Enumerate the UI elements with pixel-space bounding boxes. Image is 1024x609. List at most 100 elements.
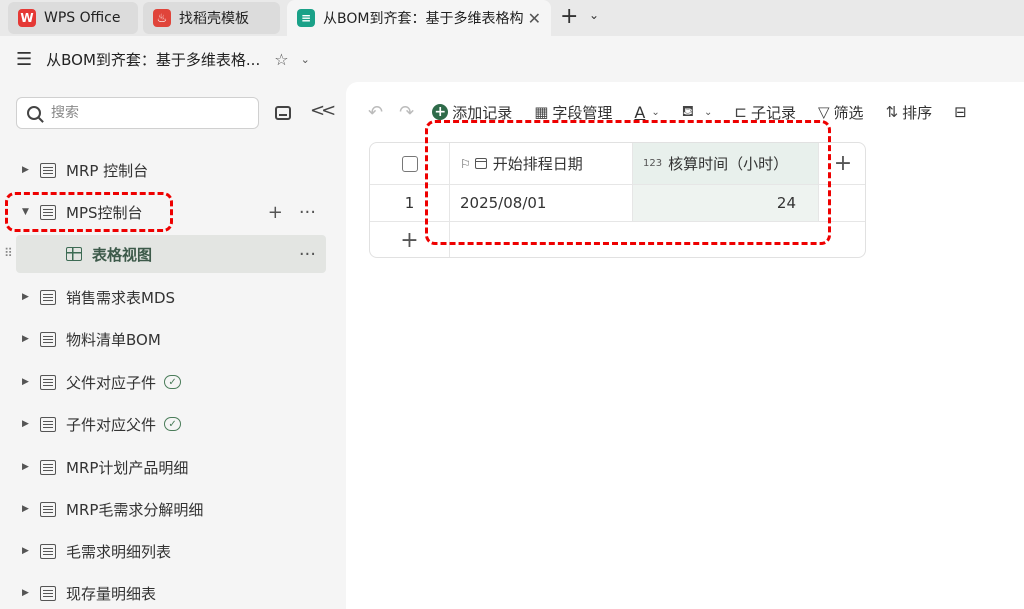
text-color-button[interactable]: A ⌄ [634, 103, 659, 122]
sidebar-item-label: MPS控制台 [66, 203, 143, 222]
fill-color-button[interactable]: ⛾ ⌄ [682, 102, 713, 122]
grid-icon: ▦ [534, 103, 549, 121]
filter-button[interactable]: ▽ 筛选 [818, 102, 864, 123]
sidebar-item-mrp-gross-demand[interactable]: ▶ MRP毛需求分解明细 [16, 490, 326, 528]
add-row-button[interactable]: + [370, 222, 450, 257]
list-icon [40, 416, 56, 432]
tab-docer-templates[interactable]: ♨ 找稻壳模板 [143, 2, 280, 34]
list-icon [40, 204, 56, 220]
more-icon[interactable]: ··· [299, 202, 316, 223]
sidebar-item-label: MRP计划产品明细 [66, 458, 189, 477]
sort-label: 排序 [902, 103, 933, 122]
list-icon [40, 331, 56, 347]
calendar-icon [474, 158, 487, 169]
sidebar-item-gross-demand-list[interactable]: ▶ 毛需求明细列表 [16, 532, 326, 570]
expand-arrow-icon[interactable]: ▶ [22, 462, 32, 472]
close-icon[interactable]: ✕ [528, 9, 541, 28]
redo-icon[interactable]: ↷ [399, 102, 414, 123]
add-column-button[interactable]: + [819, 143, 865, 185]
sidebar-item-stock-detail[interactable]: ▶ 现存量明细表 [16, 574, 326, 609]
add-row: + [370, 222, 865, 257]
search-box[interactable] [16, 97, 259, 129]
expand-arrow-icon[interactable]: ▶ [22, 334, 32, 344]
collapse-arrow-icon[interactable]: ▼ [22, 207, 32, 217]
sidebar-item-label: MRP 控制台 [66, 161, 149, 180]
field-manage-label: 字段管理 [552, 103, 613, 122]
toolbar: ↶ ↷ + 添加记录 ▦ 字段管理 A ⌄ ⛾ ⌄ ⊏ 子记录 ▽ 筛选 ⇅ 排… [346, 97, 989, 127]
column-header-hours[interactable]: 123 核算时间（小时） [633, 143, 819, 185]
field-manage-button[interactable]: ▦ 字段管理 [534, 102, 612, 123]
star-icon[interactable]: ☆ [274, 50, 288, 69]
empty-cell [450, 222, 865, 257]
sub-record-label: 子记录 [750, 103, 796, 122]
sub-record-button[interactable]: ⊏ 子记录 [734, 102, 796, 123]
sidebar-item-sales-demand[interactable]: ▶ 销售需求表MDS [16, 278, 326, 316]
sidebar-item-label: 子件对应父件 [66, 415, 157, 434]
drag-handle-icon[interactable]: ⠿ [4, 246, 13, 260]
sidebar-item-mrp-console[interactable]: ▶ MRP 控制台 [16, 151, 326, 189]
list-icon [40, 162, 56, 178]
column-header-start-date[interactable]: ⚐ 开始排程日期 [450, 143, 633, 185]
multidim-table-icon: ≡ [297, 9, 315, 27]
tab-wps-office[interactable]: W WPS Office [8, 2, 138, 34]
sidebar-item-label: 销售需求表MDS [66, 288, 176, 307]
sidebar-item-label: 物料清单BOM [66, 330, 161, 349]
item-actions: ··· [299, 244, 316, 265]
more-toolbar-icon[interactable]: ⊟ [954, 103, 967, 121]
panel-icon[interactable] [275, 106, 291, 120]
expand-arrow-icon[interactable]: ▶ [22, 292, 32, 302]
sidebar-item-mps-console[interactable]: ▼ MPS控制台 + ··· [16, 193, 326, 231]
sidebar-item-label: 现存量明细表 [66, 584, 157, 603]
menu-icon[interactable]: ☰ [16, 49, 32, 70]
number-type-icon: 123 [643, 158, 663, 169]
undo-icon[interactable]: ↶ [368, 102, 383, 123]
expand-arrow-icon[interactable]: ▶ [22, 419, 32, 429]
sidebar: << ▶ MRP 控制台 ▼ MPS控制台 + ··· ⠿ 表格视图 ··· ▶… [0, 82, 346, 609]
wps-logo-icon: W [18, 9, 36, 27]
add-icon[interactable]: + [268, 202, 283, 223]
sidebar-item-child-parent[interactable]: ▶ 子件对应父件 ✓ [16, 405, 326, 443]
tab-bar: W WPS Office ♨ 找稻壳模板 ≡ 从BOM到齐套：基于多维表格构建 … [0, 0, 1024, 36]
sidebar-item-label: 毛需求明细列表 [66, 542, 172, 561]
table-row[interactable]: 1 2025/08/01 24 [370, 185, 865, 222]
sidebar-item-label: 表格视图 [92, 245, 153, 264]
expand-arrow-icon[interactable]: ▶ [22, 165, 32, 175]
collapse-sidebar-icon[interactable]: << [310, 100, 336, 121]
column-header-label: 核算时间（小时） [668, 155, 789, 173]
list-icon [40, 459, 56, 475]
expand-arrow-icon[interactable]: ▶ [22, 588, 32, 598]
sidebar-item-parent-child[interactable]: ▶ 父件对应子件 ✓ [16, 363, 326, 401]
filter-label: 筛选 [833, 103, 864, 122]
list-icon [40, 585, 56, 601]
tab-label: WPS Office [44, 10, 121, 26]
new-tab-button[interactable]: + [560, 4, 578, 29]
tab-current-document[interactable]: ≡ 从BOM到齐套：基于多维表格构建 ✕ [287, 0, 551, 36]
column-header-label: 开始排程日期 [492, 155, 583, 173]
title-bar: ☰ 从BOM到齐套：基于多维表格... ☆ ⌄ [0, 36, 1024, 82]
list-icon [40, 501, 56, 517]
content-panel: ↶ ↷ + 添加记录 ▦ 字段管理 A ⌄ ⛾ ⌄ ⊏ 子记录 ▽ 筛选 ⇅ 排… [346, 82, 1024, 609]
expand-arrow-icon[interactable]: ▶ [22, 377, 32, 387]
text-color-label: A [634, 102, 646, 122]
expand-arrow-icon[interactable]: ▶ [22, 504, 32, 514]
chevron-down-icon[interactable]: ⌄ [589, 8, 599, 22]
sort-button[interactable]: ⇅ 排序 [886, 102, 933, 123]
cell-hours[interactable]: 24 [633, 185, 819, 222]
chevron-down-icon[interactable]: ⌄ [301, 53, 310, 66]
sidebar-item-table-view[interactable]: 表格视图 ··· [16, 235, 326, 273]
synced-check-icon: ✓ [164, 375, 182, 389]
select-all-checkbox[interactable] [401, 155, 418, 172]
paint-bucket-icon: ⛾ [681, 102, 695, 120]
search-input[interactable] [51, 105, 241, 121]
table-icon [66, 247, 82, 261]
search-icon [27, 106, 41, 120]
more-icon[interactable]: ··· [299, 244, 316, 265]
sidebar-item-mrp-plan-detail[interactable]: ▶ MRP计划产品明细 [16, 448, 326, 486]
list-icon [40, 374, 56, 390]
sidebar-item-bom[interactable]: ▶ 物料清单BOM [16, 320, 326, 358]
expand-arrow-icon[interactable]: ▶ [22, 546, 32, 556]
sort-icon: ⇅ [885, 103, 899, 121]
flag-icon: ⚐ [460, 156, 471, 171]
add-record-button[interactable]: + 添加记录 [432, 102, 512, 123]
cell-start-date[interactable]: 2025/08/01 [450, 185, 633, 222]
